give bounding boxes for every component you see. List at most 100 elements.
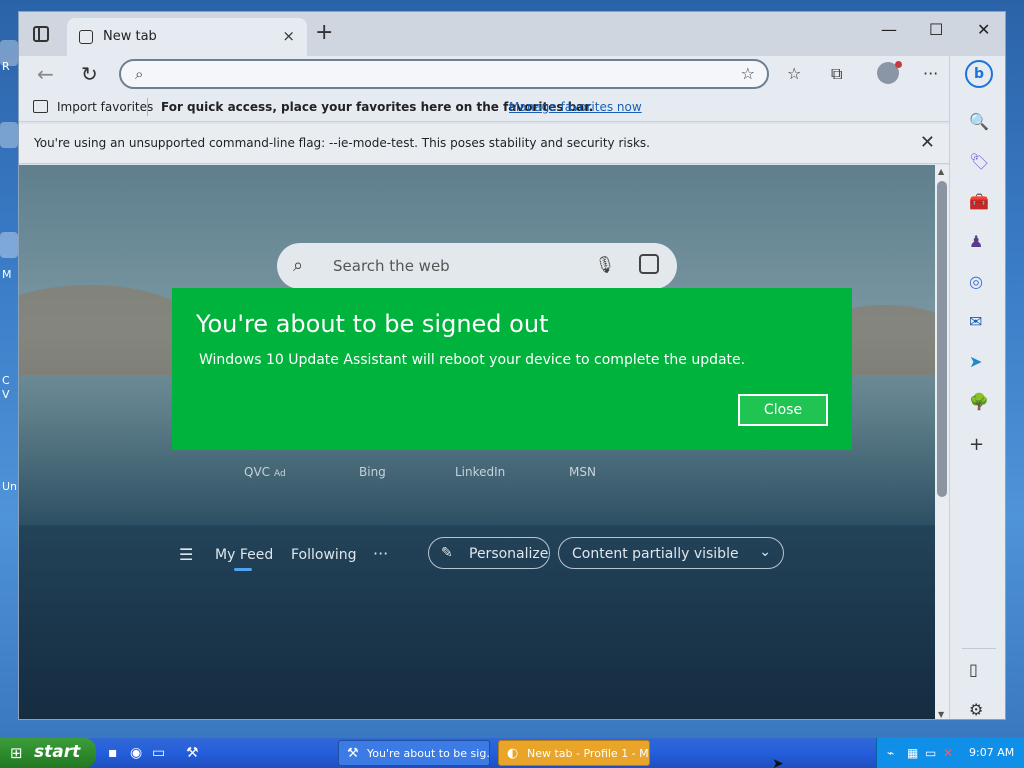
network-disabled-icon[interactable]: ⌁ (887, 746, 894, 760)
personalize-label: Personalize (469, 546, 549, 562)
desktop-icon-label: Un (2, 480, 18, 493)
import-icon (33, 100, 48, 113)
collections-icon[interactable]: ⧉ (831, 64, 842, 84)
taskbar-item-label: You're about to be sig... (367, 747, 490, 760)
desktop-icon-label: R (2, 60, 10, 73)
system-tray: ⌁ ▦ ▭ ✕ 9:07 AM (876, 738, 1024, 768)
search-icon[interactable]: 🔍 (969, 112, 989, 131)
more-options-icon[interactable]: ··· (923, 64, 938, 83)
warning-infobar: You're using an unsupported command-line… (19, 124, 949, 164)
new-tab-page-icon (79, 30, 93, 44)
notification-title: You're about to be signed out (196, 310, 549, 338)
windows-logo-icon: ⊞ (10, 744, 23, 762)
gear-icon[interactable]: ⚙ (969, 700, 983, 719)
scroll-down-icon[interactable]: ▼ (938, 710, 944, 719)
outlook-icon[interactable]: ✉ (969, 312, 982, 331)
chevron-down-icon: ⌄ (759, 544, 771, 560)
close-button[interactable]: Close (738, 394, 828, 426)
microsoft365-icon[interactable]: ◎ (969, 272, 983, 291)
tools-icon[interactable]: 🧰 (969, 192, 989, 211)
tree-icon[interactable]: 🌳 (969, 392, 989, 411)
edge-icon: ◐ (507, 746, 519, 761)
taskbar: ⊞ start ▪ ◉ ▭ ⚒ ⚒ You're about to be sig… (0, 738, 1024, 768)
quick-link-qvc[interactable]: QVC Ad (244, 465, 286, 479)
bing-chat-icon[interactable]: b (965, 60, 993, 88)
desktop-icon-label: C (2, 374, 10, 387)
tab-title: New tab (103, 29, 157, 44)
show-desktop-icon[interactable]: ▪ (108, 745, 118, 761)
tab-actions-icon[interactable] (33, 26, 49, 42)
page-scrollbar[interactable]: ▲ ▼ (935, 165, 949, 719)
profile-avatar[interactable] (877, 61, 902, 84)
mouse-cursor-icon: ➤ (772, 756, 784, 768)
scroll-up-icon[interactable]: ▲ (938, 167, 944, 176)
feed-bar: ☰ My Feed Following ··· ✎ Personalize Co… (19, 535, 935, 575)
personalize-icon: ✎ (441, 545, 453, 561)
feed-more-icon[interactable]: ··· (373, 544, 388, 563)
refresh-button[interactable]: ↻ (81, 62, 98, 86)
app-icon: ⚒ (347, 746, 359, 761)
minimize-button[interactable]: — (881, 20, 897, 39)
tab-strip: New tab × + — ☐ ✕ (19, 12, 1005, 56)
close-window-button[interactable]: ✕ (977, 20, 990, 39)
toolbar: ← ↻ ⌕ ☆ ☆ ⧉ ··· (19, 56, 1005, 94)
shopping-tag-icon[interactable]: 🏷 (969, 152, 989, 171)
web-search-box[interactable]: ⌕ Search the web 🎙 (277, 243, 677, 289)
signout-notification: You're about to be signed out Windows 10… (172, 288, 852, 450)
favorites-icon[interactable]: ☆ (787, 64, 801, 83)
back-button[interactable]: ← (37, 62, 54, 86)
volume-muted-icon[interactable]: ✕ (943, 746, 953, 760)
search-icon: ⌕ (135, 65, 144, 83)
content-visibility-label: Content partially visible (572, 546, 739, 562)
games-icon[interactable]: ♟ (969, 232, 983, 251)
web-search-placeholder: Search the web (333, 257, 450, 275)
divider (147, 98, 148, 116)
tab-following[interactable]: Following (291, 547, 357, 563)
keyboard-icon[interactable]: ▦ (907, 746, 918, 760)
maximize-button[interactable]: ☐ (929, 20, 943, 39)
folder-icon[interactable]: ▭ (152, 745, 165, 761)
address-bar[interactable]: ⌕ ☆ (119, 59, 769, 89)
display-icon[interactable]: ▭ (925, 746, 936, 760)
clock[interactable]: 9:07 AM (969, 746, 1014, 759)
quick-link-label: QVC (244, 465, 271, 479)
chrome-icon[interactable]: ◉ (130, 745, 142, 761)
taskbar-item-signout[interactable]: ⚒ You're about to be sig... (338, 740, 490, 766)
taskbar-item-edge[interactable]: ◐ New tab - Profile 1 - Mi... (498, 740, 650, 766)
divider (962, 648, 996, 649)
scrollbar-thumb[interactable] (937, 181, 947, 497)
microphone-icon[interactable]: 🎙 (595, 255, 615, 274)
quick-link-msn[interactable]: MSN (569, 465, 596, 479)
visual-search-icon[interactable] (639, 254, 659, 274)
menu-icon[interactable]: ☰ (179, 545, 193, 564)
desktop-icon-label: M (2, 268, 12, 281)
personalize-button[interactable]: ✎ Personalize (428, 537, 550, 569)
search-icon: ⌕ (293, 255, 304, 276)
start-button[interactable]: ⊞ start (0, 738, 96, 768)
send-icon[interactable]: ➤ (969, 352, 982, 371)
tab-my-feed[interactable]: My Feed (215, 547, 273, 563)
tab-new-tab[interactable]: New tab × (67, 18, 307, 56)
taskbar-item-label: New tab - Profile 1 - Mi... (527, 747, 650, 760)
split-screen-icon[interactable]: ▯ (969, 660, 978, 679)
favorites-bar: Import favorites For quick access, place… (19, 94, 949, 122)
add-sidebar-app-icon[interactable]: + (969, 434, 984, 455)
active-tab-indicator (234, 568, 252, 571)
desktop-icon[interactable] (0, 122, 18, 148)
infobar-close-icon[interactable]: ✕ (920, 132, 935, 153)
start-label: start (34, 742, 81, 762)
infobar-message: You're using an unsupported command-line… (34, 136, 650, 150)
add-favorite-icon[interactable]: ☆ (741, 64, 755, 83)
desktop-icon-label: V (2, 388, 10, 401)
notification-message: Windows 10 Update Assistant will reboot … (199, 352, 746, 368)
quick-link-bing[interactable]: Bing (359, 465, 386, 479)
edge-sidebar: b 🔍 🏷 🧰 ♟ ◎ ✉ ➤ 🌳 + ▯ ⚙ (949, 56, 1005, 719)
manage-favorites-link[interactable]: Manage favorites now (509, 100, 642, 114)
import-favorites-button[interactable]: Import favorites (57, 100, 153, 114)
desktop-icon[interactable] (0, 232, 18, 258)
content-visibility-dropdown[interactable]: Content partially visible ⌄ (558, 537, 784, 569)
app-icon[interactable]: ⚒ (186, 745, 199, 761)
new-tab-button[interactable]: + (315, 20, 333, 45)
quick-link-linkedin[interactable]: LinkedIn (455, 465, 505, 479)
tab-close-icon[interactable]: × (282, 27, 295, 45)
